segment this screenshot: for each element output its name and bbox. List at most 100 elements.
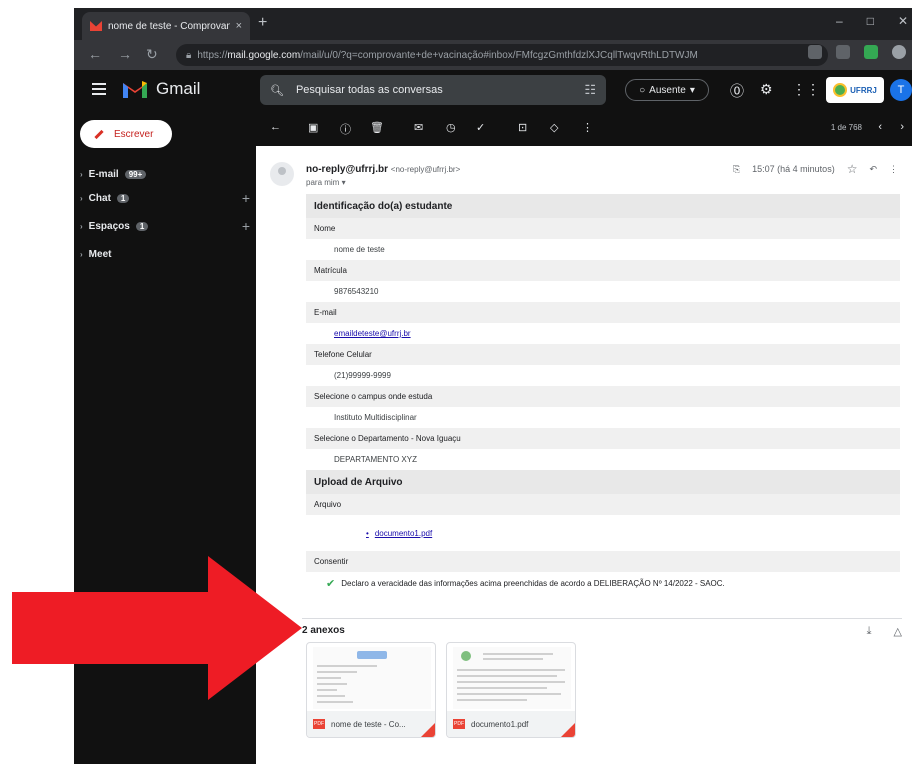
- file-link[interactable]: documento1.pdf: [375, 529, 432, 538]
- tab-close-icon[interactable]: ×: [236, 20, 242, 32]
- help-icon[interactable]: ⓪: [730, 81, 744, 101]
- forward-arrow-icon[interactable]: →: [118, 46, 132, 62]
- message-meta: ⎘ 15:07 (há 4 minutos) ☆ ↶ ⋮: [733, 162, 898, 176]
- sidebar-item-label: Espaços: [88, 220, 130, 232]
- form-field-value: nome de teste: [306, 239, 900, 260]
- more-vert-icon[interactable]: ⋮: [889, 164, 898, 175]
- account-avatar[interactable]: T: [890, 79, 912, 101]
- add-task-icon[interactable]: ✓: [476, 121, 485, 134]
- form-field-value: 9876543210: [306, 281, 900, 302]
- attachment-name: documento1.pdf: [471, 719, 529, 729]
- attachment-card[interactable]: PDF nome de teste - Co...: [306, 642, 436, 738]
- gmail-header: Gmail 🔍︎ Pesquisar todas as conversas ☷ …: [74, 70, 912, 110]
- settings-gear-icon[interactable]: ⚙: [760, 81, 773, 98]
- form-field-value: DEPARTAMENTO XYZ: [306, 449, 900, 470]
- sender-line: no-reply@ufrrj.br <no-reply@ufrrj.br>: [306, 164, 460, 175]
- search-icon[interactable]: 🔍︎: [270, 84, 284, 97]
- attachment-card[interactable]: PDF documento1.pdf: [446, 642, 576, 738]
- attachment-name: nome de teste - Co...: [331, 719, 406, 729]
- browser-tab[interactable]: nome de teste - Comprovante d ×: [82, 12, 250, 40]
- field-label: Selecione o campus onde estuda: [314, 392, 433, 401]
- gmail-m-icon: [123, 81, 147, 98]
- label-icon[interactable]: ◇: [550, 121, 558, 134]
- form-field-label: Matrícula: [306, 260, 900, 281]
- close-window-button[interactable]: ✕: [898, 14, 908, 28]
- status-circle-icon: ○: [639, 84, 646, 96]
- field-label: Consentir: [314, 557, 349, 566]
- unread-badge: 1: [135, 221, 149, 231]
- form-field-value: (21)99999-9999: [306, 365, 900, 386]
- add-chat-icon[interactable]: +: [242, 190, 250, 206]
- new-tab-button[interactable]: +: [258, 14, 267, 32]
- compose-button[interactable]: Escrever: [80, 120, 172, 148]
- compose-label: Escrever: [114, 128, 154, 140]
- star-icon[interactable]: ☆: [847, 162, 858, 176]
- gmail-favicon-icon: [90, 21, 102, 31]
- chevron-right-icon: ›: [80, 221, 83, 231]
- sidebar-item-meet[interactable]: › Meet: [80, 244, 250, 264]
- search-input[interactable]: 🔍︎ Pesquisar todas as conversas ☷: [260, 75, 606, 105]
- back-to-inbox-icon[interactable]: ←: [270, 121, 281, 133]
- search-options-icon[interactable]: ☷: [584, 82, 596, 98]
- form-table: Identificação do(a) estudante Nome nome de…: [306, 194, 900, 594]
- file-list-item: • documento1.pdf: [306, 515, 900, 551]
- message-toolbar: ← ▣ ⓘ 🗑︎ ✉ ◷ ✓ ⊡ ◇ ⋮ 1 de 768 ‹ ›: [256, 110, 912, 146]
- report-spam-icon[interactable]: ⓘ: [340, 121, 351, 137]
- url-host: mail.google.com: [227, 49, 301, 61]
- sidebar-item-label: Meet: [88, 248, 112, 260]
- pager-count: 1 de 768: [830, 123, 862, 132]
- browser-address-bar: ← → ↻ 🔒︎ https://mail.google.com/mail/u/…: [74, 40, 912, 70]
- field-label: Matrícula: [314, 266, 347, 275]
- hamburger-menu-icon[interactable]: [92, 83, 106, 95]
- unread-badge: 99+: [124, 169, 147, 179]
- url-path: /mail/u/0/?q=comprovante+de+vacinação#in…: [300, 49, 698, 61]
- form-field-label: Arquivo: [306, 494, 900, 515]
- older-chevron-icon[interactable]: ›: [900, 121, 904, 133]
- more-options-icon[interactable]: ⋮: [582, 121, 593, 134]
- maximize-button[interactable]: □: [867, 14, 874, 28]
- newer-chevron-icon[interactable]: ‹: [878, 121, 882, 133]
- add-space-icon[interactable]: +: [242, 218, 250, 234]
- form-section-heading: Upload de Arquivo: [306, 470, 900, 494]
- apps-grid-icon[interactable]: ⋮⋮: [792, 81, 820, 98]
- download-all-icon[interactable]: ⤓: [867, 625, 872, 638]
- email-link[interactable]: emaildeteste@ufrrj.br: [334, 329, 411, 338]
- archive-icon[interactable]: ▣: [308, 121, 318, 134]
- lock-icon: 🔒︎: [186, 49, 192, 61]
- reload-icon[interactable]: ↻: [146, 46, 158, 63]
- url-input[interactable]: 🔒︎ https://mail.google.com/mail/u/0/?q=c…: [176, 44, 828, 66]
- sidebar-item-spaces[interactable]: › Espaços 1 +: [80, 216, 250, 236]
- sender-name[interactable]: no-reply@ufrrj.br: [306, 164, 388, 175]
- ufrrj-emblem-icon: [833, 83, 848, 97]
- gmail-wordmark: Gmail: [156, 79, 201, 98]
- recipient-line[interactable]: para mim ▾: [306, 178, 346, 187]
- status-dropdown[interactable]: ○ Ausente ▾: [625, 79, 709, 101]
- checkmark-icon: ✔: [326, 577, 336, 590]
- extension-icon[interactable]: [864, 45, 878, 59]
- minimize-button[interactable]: –: [836, 14, 843, 28]
- save-to-drive-icon[interactable]: △: [894, 625, 902, 638]
- sidebar-item-email[interactable]: › E-mail 99+: [80, 164, 250, 184]
- attachment-thumbnail: [453, 647, 571, 709]
- form-field-value: Instituto Multidisciplinar: [306, 407, 900, 428]
- extension-icon[interactable]: [808, 45, 822, 59]
- mark-unread-icon[interactable]: ✉: [414, 121, 423, 134]
- window-controls: – □ ✕: [836, 14, 908, 28]
- extension-icon[interactable]: [836, 45, 850, 59]
- form-field-label: Selecione o campus onde estuda: [306, 386, 900, 407]
- screen: nome de teste - Comprovante d × + – □ ✕ …: [0, 0, 912, 764]
- gmail-logo[interactable]: Gmail: [122, 79, 200, 99]
- form-field-label: Selecione o Departamento - Nova Iguaçu: [306, 428, 900, 449]
- browser-tab-bar: nome de teste - Comprovante d × + – □ ✕: [74, 8, 912, 40]
- pdf-icon: PDF: [453, 719, 465, 729]
- move-to-icon[interactable]: ⊡: [518, 121, 527, 134]
- form-field-label: Nome: [306, 218, 900, 239]
- organization-logo[interactable]: UFRRJ: [826, 77, 884, 103]
- sidebar-item-chat[interactable]: › Chat 1 +: [80, 188, 250, 208]
- chevron-down-icon: ▾: [689, 84, 695, 96]
- reply-icon[interactable]: ↶: [869, 164, 877, 175]
- snooze-icon[interactable]: ◷: [446, 121, 456, 134]
- back-arrow-icon[interactable]: ←: [88, 46, 102, 62]
- profile-icon[interactable]: [892, 45, 906, 59]
- delete-icon[interactable]: 🗑︎: [370, 121, 384, 134]
